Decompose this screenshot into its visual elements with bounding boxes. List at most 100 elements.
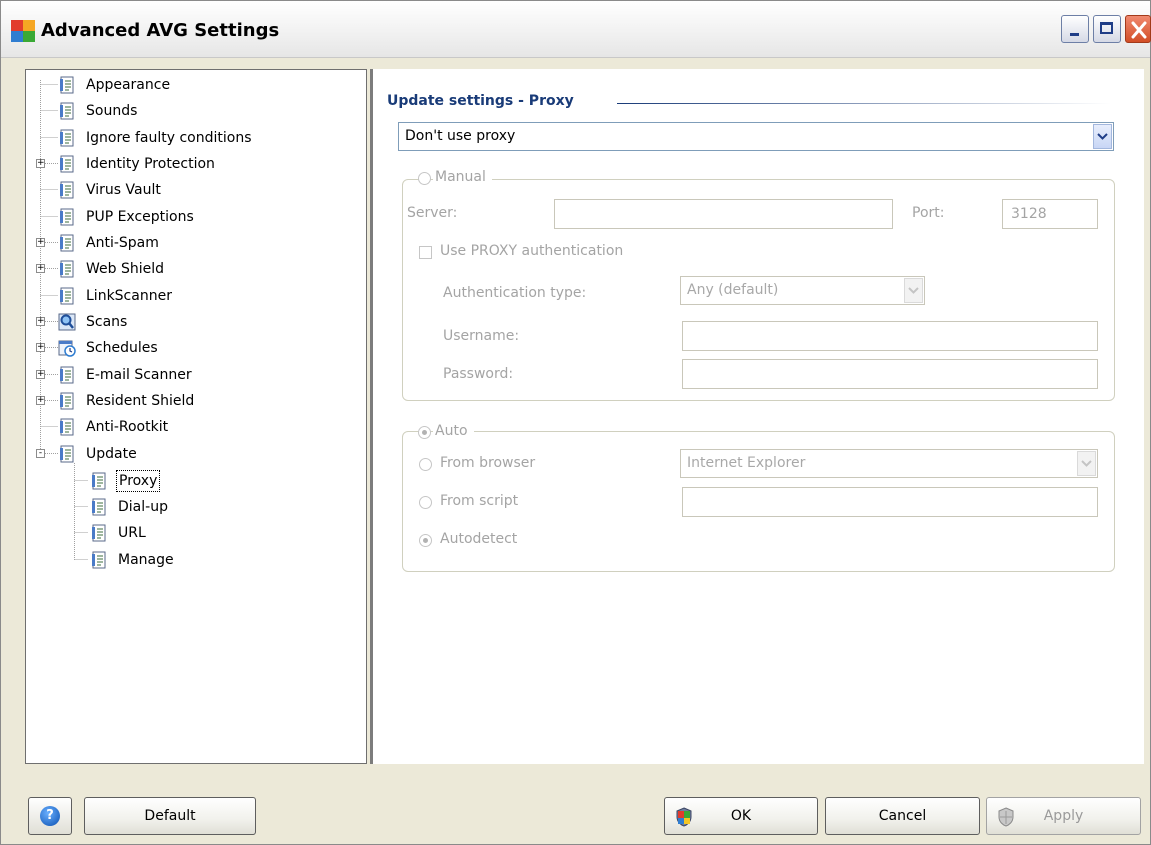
proxy-mode-select[interactable]: Don't use proxy: [398, 122, 1114, 151]
auth-type-select[interactable]: Any (default): [680, 276, 925, 305]
from-browser-radio[interactable]: [419, 458, 432, 471]
from-script-radio[interactable]: [419, 496, 432, 509]
tree-item-label: Virus Vault: [86, 182, 161, 198]
tree-item-label: Anti-Spam: [86, 235, 159, 251]
settings-page-icon: [60, 76, 74, 94]
manual-radio-label: Manual: [433, 169, 492, 185]
port-label: Port:: [912, 205, 945, 221]
close-button[interactable]: [1125, 15, 1151, 43]
ok-button-label: OK: [730, 808, 752, 824]
minimize-button[interactable]: [1061, 15, 1089, 43]
tree-item-label: Ignore faulty conditions: [86, 130, 252, 146]
tree-item-label: Dial-up: [118, 499, 168, 515]
script-field[interactable]: [682, 487, 1098, 517]
maximize-button[interactable]: [1093, 15, 1121, 43]
cancel-button[interactable]: Cancel: [825, 797, 980, 835]
use-proxy-auth-label: Use PROXY authentication: [440, 243, 624, 259]
tree-item-label: Appearance: [86, 77, 171, 93]
settings-page-icon: [60, 392, 74, 410]
auto-radio-label: Auto: [433, 423, 474, 439]
expand-icon[interactable]: +: [36, 343, 45, 352]
tree-item-label: PUP Exceptions: [86, 209, 194, 225]
settings-page-icon: [92, 524, 106, 542]
section-title: Update settings - Proxy: [387, 93, 574, 109]
title-bar[interactable]: Advanced AVG Settings: [1, 1, 1151, 58]
browser-dropdown-button[interactable]: [1077, 451, 1096, 476]
username-label: Username:: [443, 328, 520, 344]
settings-page-icon: [92, 551, 106, 569]
apply-button-label: Apply: [1043, 808, 1084, 824]
avg-logo-icon: [11, 20, 35, 42]
help-button[interactable]: ?: [28, 797, 72, 835]
section-title-rule: [617, 103, 1111, 104]
chevron-down-icon: [908, 287, 919, 294]
settings-page-icon: [60, 155, 74, 173]
expand-icon[interactable]: +: [36, 396, 45, 405]
username-field[interactable]: [682, 321, 1098, 351]
settings-page-icon: [60, 445, 74, 463]
autodetect-radio[interactable]: [419, 534, 432, 547]
tree-item-label: Manage: [118, 552, 174, 568]
password-field[interactable]: [682, 359, 1098, 389]
expand-icon[interactable]: +: [36, 238, 45, 247]
settings-page-icon: [60, 129, 74, 147]
settings-page-icon: [92, 472, 106, 490]
server-field[interactable]: [554, 199, 893, 229]
auto-radio[interactable]: [418, 426, 431, 439]
settings-page-icon: [60, 418, 74, 436]
port-value: 3128: [1011, 206, 1047, 222]
minimize-icon: [1070, 33, 1079, 36]
tree-item-label: LinkScanner: [86, 288, 172, 304]
chevron-down-icon: [1097, 133, 1108, 140]
help-icon: ?: [40, 806, 60, 826]
schedule-icon: [58, 340, 76, 357]
manual-radio[interactable]: [418, 172, 431, 185]
auth-type-value: Any (default): [687, 282, 779, 298]
tree-item-label: Resident Shield: [86, 393, 195, 409]
password-label: Password:: [443, 366, 514, 382]
proxy-mode-value: Don't use proxy: [405, 128, 516, 144]
browser-select[interactable]: Internet Explorer: [680, 449, 1098, 478]
expand-icon[interactable]: +: [36, 264, 45, 273]
chevron-down-icon: [1081, 460, 1092, 467]
settings-page-icon: [60, 102, 74, 120]
shield-icon: [998, 807, 1014, 827]
tree-item-label: E-mail Scanner: [86, 367, 192, 383]
magnifier-icon: [58, 313, 76, 331]
settings-page-icon: [60, 287, 74, 305]
expand-icon[interactable]: +: [36, 317, 45, 326]
ok-button[interactable]: OK: [664, 797, 818, 835]
shield-icon: [676, 807, 692, 827]
apply-button[interactable]: Apply: [986, 797, 1141, 835]
tree-item-label: URL: [118, 525, 146, 541]
settings-page-icon: [60, 234, 74, 252]
collapse-icon[interactable]: -: [36, 449, 45, 458]
port-field[interactable]: 3128: [1002, 199, 1098, 229]
settings-page-icon: [60, 208, 74, 226]
server-label: Server:: [407, 205, 458, 221]
window-title: Advanced AVG Settings: [41, 20, 280, 41]
tree-item-label: Schedules: [86, 340, 158, 356]
settings-page-icon: [60, 181, 74, 199]
default-button-label: Default: [144, 808, 196, 824]
settings-page-icon: [92, 498, 106, 516]
from-script-label: From script: [440, 493, 519, 509]
proxy-mode-dropdown-button[interactable]: [1093, 124, 1112, 149]
from-browser-label: From browser: [440, 455, 536, 471]
default-button[interactable]: Default: [84, 797, 256, 835]
settings-window: Advanced AVG Settings Appearance Sounds …: [0, 0, 1151, 845]
settings-page-icon: [60, 366, 74, 384]
expand-icon[interactable]: +: [36, 370, 45, 379]
maximize-icon: [1100, 22, 1113, 34]
expand-icon[interactable]: +: [36, 159, 45, 168]
tree-item-label: Update: [86, 446, 137, 462]
tree-item-label: Scans: [86, 314, 128, 330]
tree-item-label: Identity Protection: [86, 156, 215, 172]
settings-tree[interactable]: Appearance Sounds Ignore faulty conditions…: [25, 69, 367, 764]
auth-type-label: Authentication type:: [443, 285, 587, 301]
use-proxy-auth-checkbox[interactable]: [419, 246, 432, 259]
auth-type-dropdown-button[interactable]: [904, 278, 923, 303]
tree-item-label: Sounds: [86, 103, 138, 119]
cancel-button-label: Cancel: [878, 808, 927, 824]
settings-page-icon: [60, 260, 74, 278]
